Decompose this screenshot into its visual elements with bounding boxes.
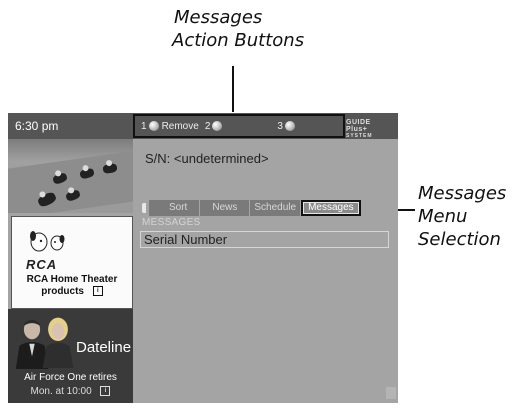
info-icon: i [92, 286, 103, 297]
menu-tabs: Sort News Schedule Messages [142, 200, 362, 216]
guide-screen: 6:30 pm 1 Remove 2 3 GUIDE Plus+ SYSTEM [8, 113, 398, 403]
callout-text: Action Buttons [172, 30, 305, 51]
show-panel[interactable]: Dateline Air Force One retires Mon. at 1… [8, 309, 133, 403]
action-buttons-callout: Messages Action Buttons [172, 6, 305, 52]
button-orb-icon [148, 121, 159, 131]
tab-sort[interactable]: Sort [149, 200, 200, 216]
button-number: 3 [277, 120, 283, 132]
action-button-2[interactable]: 2 [205, 121, 226, 132]
info-icon: i [100, 386, 111, 397]
button-number: 1 [141, 120, 147, 132]
section-label: MESSAGES [142, 217, 201, 228]
clock: 6:30 pm [15, 119, 59, 133]
show-time-row: Mon. at 10:00 i [8, 385, 133, 399]
action-button-3[interactable]: 3 [277, 121, 298, 132]
list-item[interactable]: Serial Number [140, 231, 389, 248]
menu-selection-callout: Messages Menu Selection [418, 182, 506, 251]
logo-subtext: SYSTEM [346, 133, 373, 139]
callout-text: Selection [418, 229, 501, 250]
button-number: 2 [204, 120, 211, 132]
callout-line [232, 66, 234, 112]
action-buttons-bar: 1 Remove 2 3 [133, 114, 345, 138]
top-bar: 6:30 pm 1 Remove 2 3 GUIDE Plus+ SYSTEM [8, 113, 398, 139]
dog-mascot-icon [30, 231, 65, 252]
tab-news[interactable]: News [200, 200, 250, 216]
show-description: Air Force One retires Mon. at 10:00 i [8, 371, 133, 399]
button-label: Remove [161, 120, 199, 132]
ad-line: RCA Home Theater [26, 274, 118, 285]
rca-logo: RCA [26, 257, 58, 272]
button-orb-icon [212, 121, 223, 131]
callout-text: Menu [418, 206, 468, 227]
scrollbar[interactable] [386, 387, 396, 399]
show-title: Dateline [76, 339, 132, 356]
tab-scroll-left-icon[interactable] [142, 203, 146, 213]
ad-panel[interactable]: RCA RCA Home Theater products i [11, 216, 133, 309]
ad-text: RCA Home Theater products i [12, 274, 132, 298]
ad-line: products [41, 286, 84, 297]
show-episode: Air Force One retires [24, 372, 117, 383]
anchor-woman-icon [42, 317, 74, 368]
show-time: Mon. at 10:00 [30, 386, 92, 397]
callout-text: Messages [174, 7, 263, 28]
action-button-1[interactable]: 1 Remove [141, 121, 199, 132]
ad-line-2: products i [12, 286, 132, 298]
logo-text: GUIDE Plus+ [346, 119, 371, 133]
guide-plus-logo: GUIDE Plus+ SYSTEM [346, 119, 394, 139]
race-track [8, 148, 133, 213]
video-window [8, 139, 133, 213]
button-orb-icon [284, 121, 295, 131]
tab-schedule[interactable]: Schedule [250, 200, 301, 216]
tab-messages[interactable]: Messages [301, 200, 361, 216]
callout-text: Messages [418, 183, 507, 204]
serial-number-text: S/N: <undetermined> [145, 151, 269, 166]
